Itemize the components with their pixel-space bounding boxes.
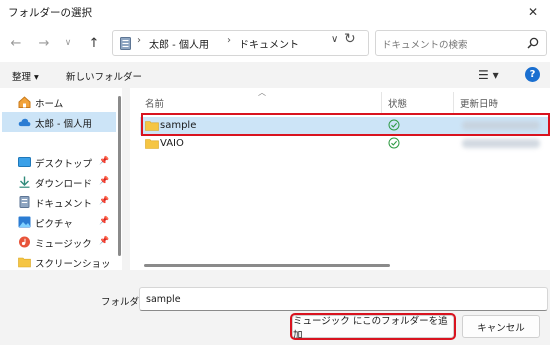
sidebar-item-screenshots[interactable]: スクリーンショット [0,252,116,284]
desktop-icon [18,157,31,167]
pin-icon[interactable]: 📌 [99,196,109,205]
horizontal-scrollbar[interactable] [144,264,390,267]
music-icon [19,236,30,248]
address-bar[interactable]: › 太郎 - 個人用 › ドキュメント ∨ [112,30,369,56]
address-dropdown-icon[interactable]: ∨ [331,34,338,45]
search-icon[interactable] [527,37,539,49]
pin-icon[interactable]: 📌 [99,236,109,245]
help-icon[interactable]: ? [525,67,540,82]
table-row[interactable]: VAIO [140,135,548,153]
sidebar-item-label: デスクトップ [35,159,93,170]
documents-location-icon [120,37,131,50]
organize-button[interactable]: 整理 ▾ [12,69,39,83]
column-divider[interactable] [381,92,382,114]
column-header-modified[interactable]: 更新日時 [460,96,498,110]
close-icon[interactable]: ✕ [516,0,550,24]
folder-icon [145,139,159,149]
up-arrow-icon[interactable]: ↑ [84,34,104,52]
download-icon [19,176,30,188]
folder-icon [18,257,31,268]
navigation-pane: ホーム 太郎 - 個人用 デスクトップ 📌 ダウンロード 📌 ドキュメント 📌 [0,88,122,284]
file-name: VAIO [160,138,184,149]
selected-row-highlight-annotation [141,113,550,136]
sidebar-item-label: 太郎 - 個人用 [35,119,92,130]
forward-arrow-icon[interactable]: → [34,34,54,52]
sidebar-item-onedrive[interactable]: 太郎 - 個人用 [2,112,116,132]
search-input[interactable]: ドキュメントの検索 [382,37,468,51]
sidebar-item-music[interactable]: ミュージック 📌 [0,232,116,252]
search-box[interactable]: ドキュメントの検索 [375,30,547,56]
column-header-status[interactable]: 状態 [388,96,407,110]
sidebar-item-label: ミュージック [35,239,92,250]
modified-date-blurred [462,139,540,148]
sidebar-item-desktop[interactable]: デスクトップ 📌 [0,152,116,172]
column-header-name[interactable]: 名前 [145,96,164,110]
window-title: フォルダーの選択 [8,7,92,19]
sidebar-item-label: ホーム [35,99,64,110]
cloud-icon [18,118,31,127]
home-icon [18,96,31,108]
sidebar-item-pictures[interactable]: ピクチャ 📌 [0,212,116,232]
sidebar-item-downloads[interactable]: ダウンロード 📌 [0,172,116,192]
sidebar-item-documents[interactable]: ドキュメント 📌 [0,192,116,212]
new-folder-button[interactable]: 新しいフォルダー [66,69,142,83]
breadcrumb-root[interactable]: 太郎 - 個人用 [149,36,209,51]
breadcrumb-separator-icon: › [227,35,231,46]
navigation-bar: ← → ∨ ↑ › 太郎 - 個人用 › ドキュメント ∨ ↻ ドキュメントの検… [0,24,550,62]
view-options-icon[interactable]: ☰ ▾ [478,68,499,82]
picture-icon [18,216,31,228]
sidebar-scrollbar[interactable] [118,96,121,256]
pin-icon[interactable]: 📌 [99,176,109,185]
add-folder-button[interactable]: ミュージック にこのフォルダーを追加 [290,313,456,341]
breadcrumb-separator-icon: › [137,35,141,46]
sidebar-item-home[interactable]: ホーム [0,92,116,112]
document-icon [19,196,30,208]
dialog-footer: フォルダー: ミュージック にこのフォルダーを追加 キャンセル [0,270,550,345]
sidebar-item-label: ドキュメント [35,199,93,210]
sort-caret-icon: ︿ [258,88,266,97]
sync-ok-icon [388,137,400,149]
breadcrumb-current[interactable]: ドキュメント [239,36,299,51]
column-divider[interactable] [453,92,454,114]
sidebar-item-label: ピクチャ [35,219,73,230]
pin-icon[interactable]: 📌 [99,156,109,165]
sidebar-item-label: ダウンロード [35,179,93,190]
cancel-button[interactable]: キャンセル [462,315,540,338]
command-toolbar: 整理 ▾ 新しいフォルダー ☰ ▾ ? [0,62,550,88]
back-arrow-icon[interactable]: ← [6,34,26,52]
title-bar: フォルダーの選択 ✕ [0,0,550,24]
refresh-icon[interactable]: ↻ [344,31,356,47]
folder-name-input[interactable] [139,287,548,311]
recent-locations-chevron-icon[interactable]: ∨ [58,34,78,52]
pin-icon[interactable]: 📌 [99,216,109,225]
